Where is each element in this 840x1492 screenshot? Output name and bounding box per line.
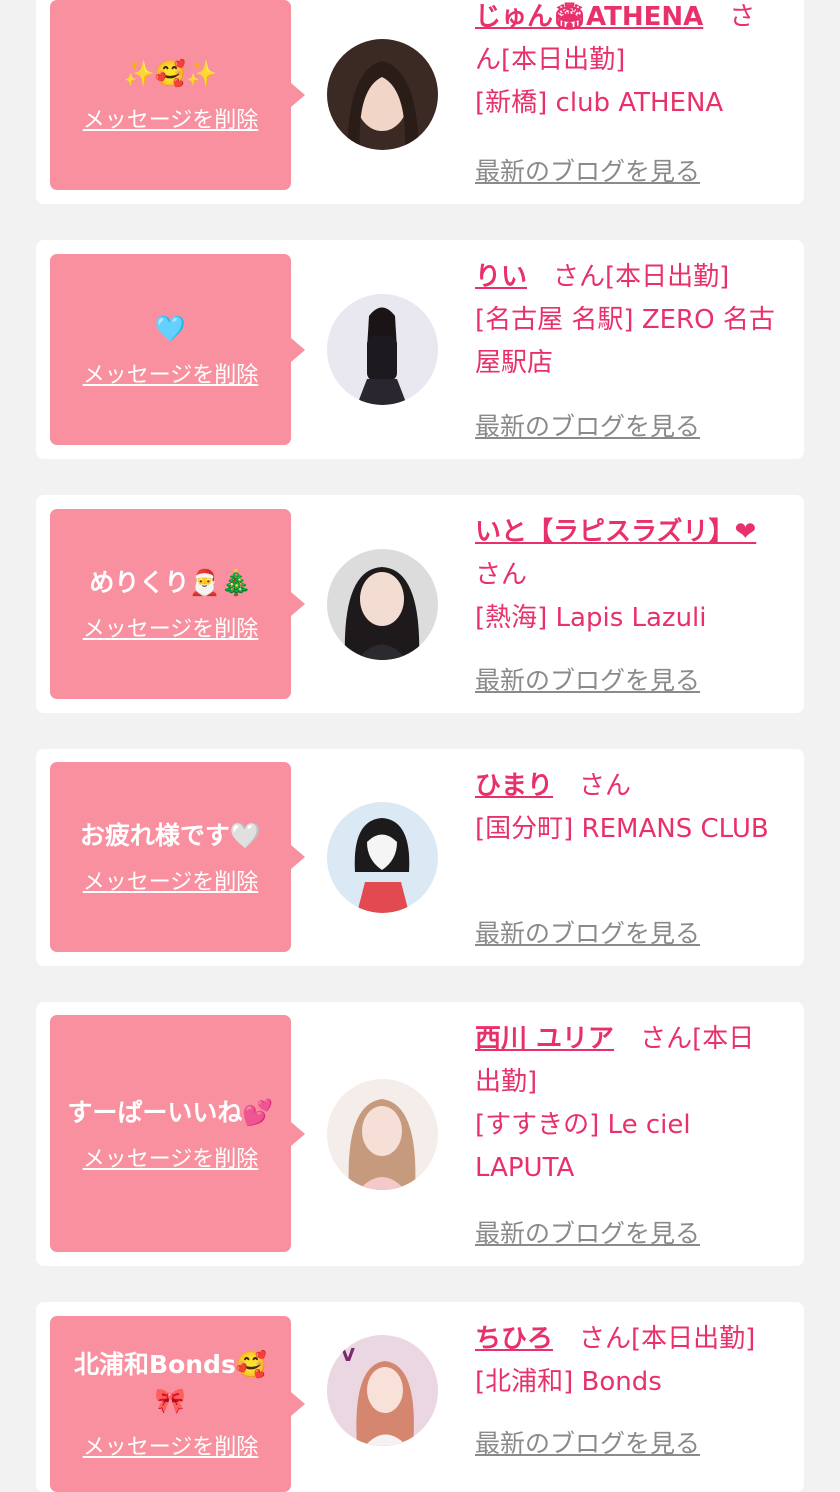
delete-message-link[interactable]: メッセージを削除 xyxy=(83,1141,259,1173)
cast-name-link[interactable]: りい xyxy=(475,262,527,292)
message-bubble: 🩵 メッセージを削除 xyxy=(50,254,305,445)
avatar[interactable] xyxy=(327,294,438,405)
cast-name-link[interactable]: 西川 ユリア xyxy=(475,1024,614,1054)
cast-name-link[interactable]: じゅん🏟ATHENA xyxy=(475,2,703,32)
delete-message-link[interactable]: メッセージを削除 xyxy=(83,1429,259,1461)
avatar[interactable] xyxy=(327,1079,438,1190)
shop-name: [新橋] club ATHENA xyxy=(475,88,724,118)
shop-name: [北浦和] Bonds xyxy=(475,1367,662,1397)
svg-text:V: V xyxy=(341,1345,355,1366)
cast-suffix: さん[本日出勤] xyxy=(553,1324,756,1354)
cast-suffix: さん[本日出勤] xyxy=(527,262,730,292)
cast-info: ひまり さん [国分町] REMANS CLUB xyxy=(475,765,780,851)
latest-blog-link[interactable]: 最新のブログを見る xyxy=(475,407,700,443)
message-text: すーぱーいいね💕 xyxy=(67,1097,274,1127)
favorite-card: お疲れ様です🤍 メッセージを削除 ひまり さん [国分町] REMANS CLU… xyxy=(36,749,804,966)
cast-info: ちひろ さん[本日出勤] [北浦和] Bonds xyxy=(475,1318,780,1404)
favorite-card: すーぱーいいね💕 メッセージを削除 西川 ユリア さん[本日出勤] [すすきの]… xyxy=(36,1002,804,1266)
favorite-card: ✨🥰✨ メッセージを削除 じゅん🏟ATHENA さん[本日出勤] [新橋] cl… xyxy=(36,0,804,204)
favorite-card: 北浦和Bonds🥰 🎀 メッセージを削除 V ちひろ さん[本日出勤] [北浦和… xyxy=(36,1302,804,1492)
avatar[interactable] xyxy=(327,549,438,660)
latest-blog-link[interactable]: 最新のブログを見る xyxy=(475,1424,700,1460)
avatar[interactable] xyxy=(327,39,438,150)
latest-blog-link[interactable]: 最新のブログを見る xyxy=(475,1214,700,1250)
avatar[interactable] xyxy=(327,802,438,913)
message-bubble: めりくり🎅🎄 メッセージを削除 xyxy=(50,509,305,699)
message-bubble: お疲れ様です🤍 メッセージを削除 xyxy=(50,762,305,952)
shop-name: [すすきの] Le ciel LAPUTA xyxy=(475,1110,691,1183)
cast-info: 西川 ユリア さん[本日出勤] [すすきの] Le ciel LAPUTA xyxy=(475,1018,780,1190)
delete-message-link[interactable]: メッセージを削除 xyxy=(83,102,259,134)
cast-name-link[interactable]: ひまり xyxy=(475,771,553,801)
latest-blog-link[interactable]: 最新のブログを見る xyxy=(475,152,700,188)
cast-info: いと【ラピスラズリ】❤ さん [熱海] Lapis Lazuli xyxy=(475,511,780,640)
message-text: お疲れ様です🤍 xyxy=(79,821,262,850)
message-text: ✨🥰✨ xyxy=(123,59,218,88)
shop-name: [熱海] Lapis Lazuli xyxy=(475,603,707,633)
delete-message-link[interactable]: メッセージを削除 xyxy=(83,611,259,643)
avatar[interactable]: V xyxy=(327,1335,438,1446)
message-bubble: すーぱーいいね💕 メッセージを削除 xyxy=(50,1015,305,1252)
cast-name-link[interactable]: ちひろ xyxy=(475,1324,553,1354)
cast-info: じゅん🏟ATHENA さん[本日出勤] [新橋] club ATHENA xyxy=(475,0,780,125)
favorite-card: めりくり🎅🎄 メッセージを削除 いと【ラピスラズリ】❤ さん [熱海] Lapi… xyxy=(36,495,804,713)
cast-name-link[interactable]: いと【ラピスラズリ】❤ xyxy=(475,517,756,547)
message-bubble: ✨🥰✨ メッセージを削除 xyxy=(50,0,305,190)
message-text: 北浦和Bonds🥰 🎀 xyxy=(74,1350,267,1415)
shop-name: [名古屋 名駅] ZERO 名古屋駅店 xyxy=(475,305,775,378)
cast-suffix: さん xyxy=(553,771,632,801)
delete-message-link[interactable]: メッセージを削除 xyxy=(83,864,259,896)
favorite-card: 🩵 メッセージを削除 りい さん[本日出勤] [名古屋 名駅] ZERO 名古屋… xyxy=(36,240,804,459)
latest-blog-link[interactable]: 最新のブログを見る xyxy=(475,914,700,950)
message-text: めりくり🎅🎄 xyxy=(89,568,252,597)
cast-info: りい さん[本日出勤] [名古屋 名駅] ZERO 名古屋駅店 xyxy=(475,256,780,385)
latest-blog-link[interactable]: 最新のブログを見る xyxy=(475,661,700,697)
shop-name: [国分町] REMANS CLUB xyxy=(475,814,769,844)
message-text: 🩵 xyxy=(154,313,187,343)
delete-message-link[interactable]: メッセージを削除 xyxy=(83,357,259,389)
